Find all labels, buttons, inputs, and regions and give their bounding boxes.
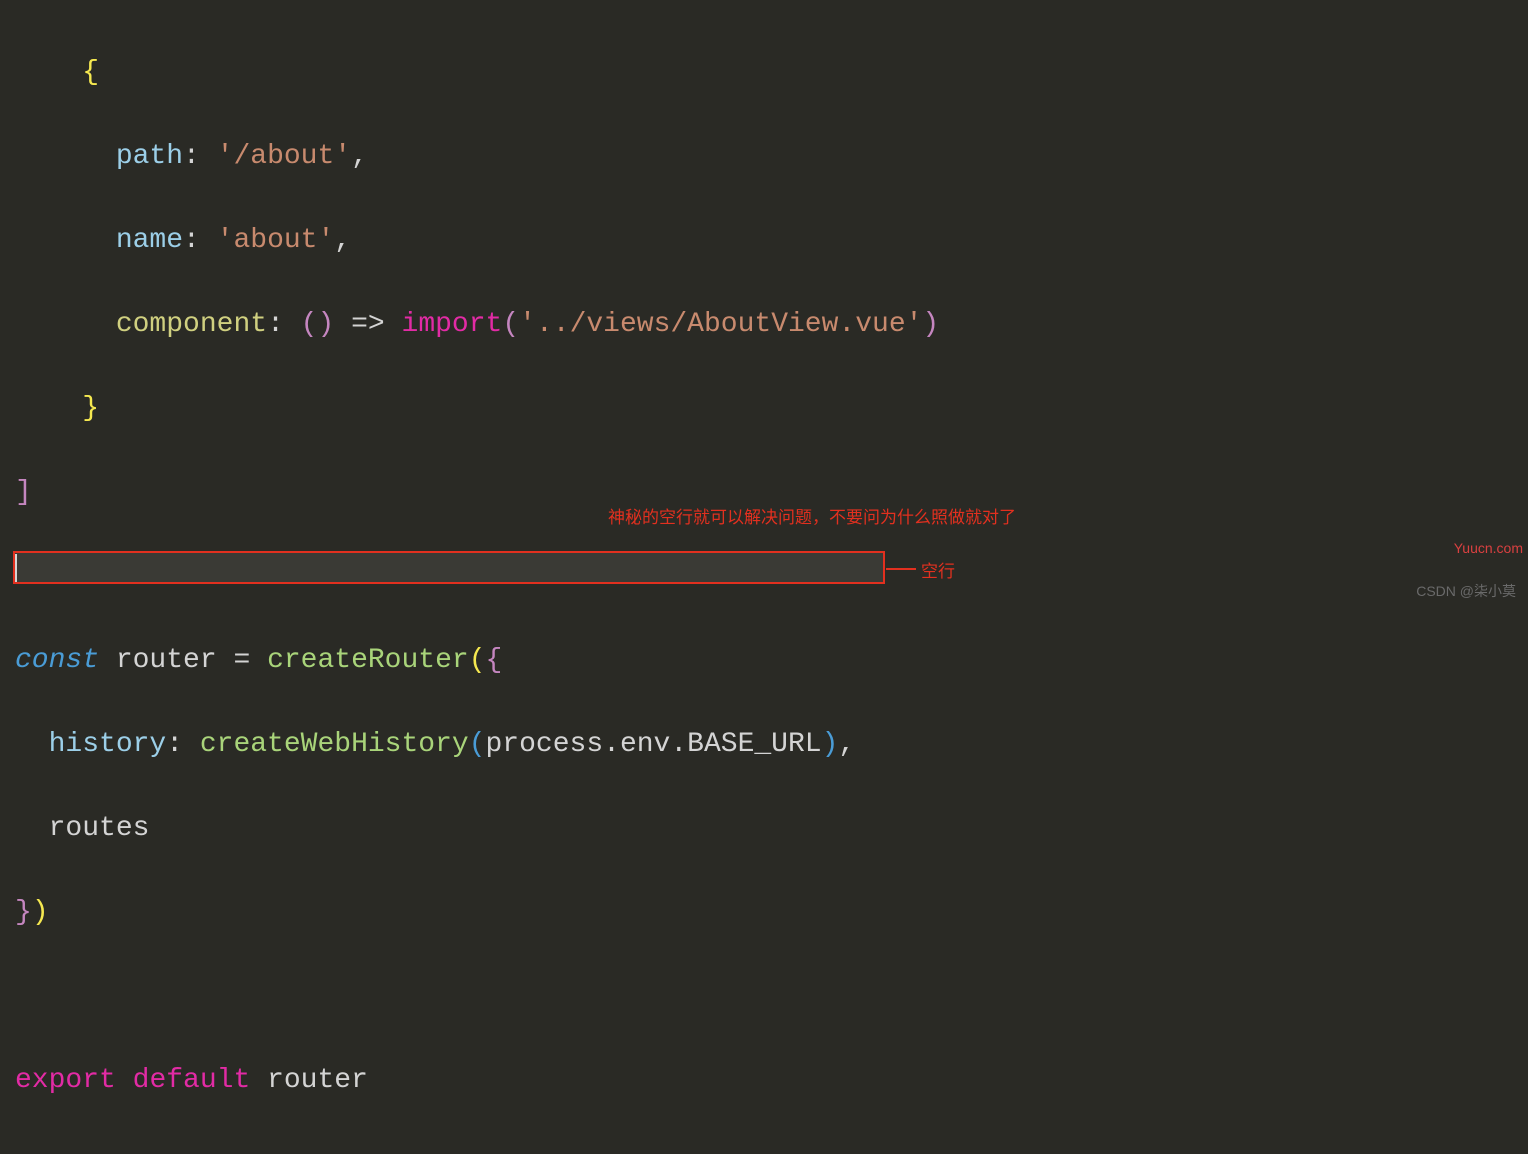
code-line: history: createWebHistory(process.env.BA…	[15, 724, 1513, 766]
text-cursor	[15, 554, 17, 582]
export-keyword: export	[15, 1065, 116, 1096]
code-line: path: '/about',	[15, 136, 1513, 178]
annotation-label-empty-line: 空行	[921, 559, 955, 585]
watermark-csdn: CSDN @柒小莫	[1416, 581, 1516, 602]
variable-router: router	[116, 645, 234, 676]
close-bracket: ]	[15, 477, 32, 508]
annotation-connector-line	[886, 568, 916, 570]
default-keyword: default	[133, 1065, 251, 1096]
code-line: component: () => import('../views/AboutV…	[15, 304, 1513, 346]
code-line: const router = createRouter({	[15, 640, 1513, 682]
code-line: export default router	[15, 1060, 1513, 1102]
property-history: history	[49, 729, 167, 760]
close-brace: }	[82, 393, 99, 424]
annotation-explanation: 神秘的空行就可以解决问题，不要问为什么照做就对了	[608, 505, 1016, 531]
variable-routes: routes	[49, 813, 150, 844]
code-line: routes	[15, 808, 1513, 850]
string-literal: '../views/AboutView.vue'	[519, 309, 922, 340]
code-line: })	[15, 892, 1513, 934]
const-keyword: const	[15, 645, 99, 676]
property-path: path	[116, 141, 183, 172]
open-brace: {	[82, 57, 99, 88]
empty-line-highlight-box	[13, 551, 885, 584]
code-line: name: 'about',	[15, 220, 1513, 262]
code-line: }	[15, 388, 1513, 430]
close-paren: )	[32, 897, 49, 928]
string-literal: '/about'	[217, 141, 351, 172]
variable-router: router	[267, 1065, 368, 1096]
function-createRouter: createRouter	[267, 645, 469, 676]
code-line: {	[15, 52, 1513, 94]
property-component: component	[116, 309, 267, 340]
empty-line	[15, 976, 1513, 1018]
property-name: name	[116, 225, 183, 256]
import-keyword: import	[402, 309, 503, 340]
watermark-yuucn: Yuucn.com	[1454, 538, 1523, 559]
close-brace: }	[15, 897, 32, 928]
function-createWebHistory: createWebHistory	[200, 729, 469, 760]
string-literal: 'about'	[217, 225, 335, 256]
